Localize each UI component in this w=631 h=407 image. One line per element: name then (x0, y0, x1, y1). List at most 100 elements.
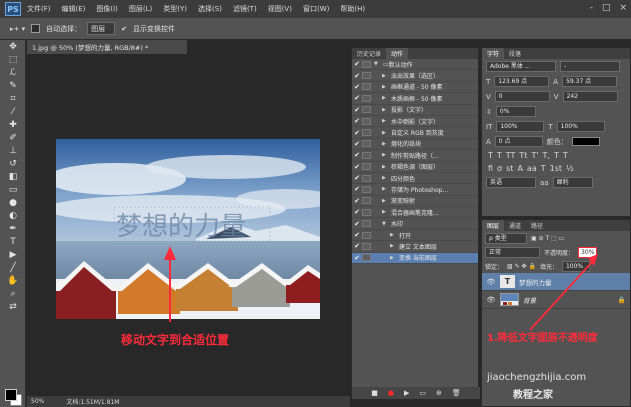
small-caps-icon[interactable]: Tt (519, 151, 527, 160)
lock-icons[interactable]: ▨ ✎ ✥ 🔒 (507, 263, 536, 270)
expand-arrow-icon[interactable]: ▶ (390, 232, 397, 238)
menu-image[interactable]: 图像(I) (96, 4, 118, 14)
menu-file[interactable]: 文件(F) (27, 4, 51, 14)
action-row[interactable]: ✔ ▶ 变换 当前图层 (352, 252, 478, 265)
menu-select[interactable]: 选择(S) (198, 4, 222, 14)
vscale-field[interactable]: 100% (496, 121, 545, 132)
action-row[interactable]: ✔ ▶ 画框通道 - 50 像素 (352, 82, 478, 94)
expand-arrow-icon[interactable]: ▶ (382, 186, 389, 192)
action-toggle-checkbox[interactable]: ✔ (352, 174, 362, 182)
baseline-field[interactable]: 0 点 (494, 136, 543, 147)
action-toggle-checkbox[interactable]: ✔ (352, 140, 362, 148)
show-transform-checkbox[interactable]: ✔ (121, 25, 127, 33)
expand-arrow-icon[interactable]: ▶ (382, 118, 389, 124)
maximize-button[interactable]: □ (602, 3, 611, 13)
dialog-toggle-icon[interactable] (362, 94, 371, 102)
new-set-icon[interactable]: ▭ (419, 389, 426, 397)
action-toggle-checkbox[interactable]: ✔ (352, 231, 362, 239)
document-image[interactable]: 梦想的力量 (56, 139, 320, 319)
action-toggle-checkbox[interactable]: ✔ (352, 129, 362, 137)
scale-field[interactable]: 0% (495, 106, 536, 117)
dialog-toggle-icon[interactable] (362, 163, 371, 171)
action-row[interactable]: ✔ ▶ 打开 (352, 230, 478, 242)
expand-arrow-icon[interactable]: ▶ (382, 130, 389, 136)
fill-field[interactable]: 100% (561, 260, 590, 272)
menu-help[interactable]: 帮助(H) (340, 4, 365, 14)
dialog-toggle-icon[interactable] (362, 140, 371, 148)
tab-character[interactable]: 字符 (482, 48, 505, 59)
tab-actions[interactable]: 动作 (386, 48, 409, 59)
action-toggle-checkbox[interactable]: ✔ (352, 83, 362, 91)
action-toggle-checkbox[interactable]: ✔ (352, 151, 362, 159)
expand-arrow-icon[interactable]: ▶ (382, 84, 389, 90)
subscript-icon[interactable]: T, (543, 151, 550, 160)
layer-name[interactable]: 梦想的力量 (519, 277, 552, 287)
expand-arrow-icon[interactable]: ▶ (382, 152, 389, 158)
menu-layer[interactable]: 图层(L) (129, 4, 152, 14)
menu-view[interactable]: 视图(V) (268, 4, 292, 14)
tab-channels[interactable]: 通道 (504, 220, 527, 231)
dialog-toggle-icon[interactable] (362, 129, 371, 137)
layer-name[interactable]: 背景 (523, 295, 536, 305)
alt-ligature-icon[interactable]: σ (497, 164, 502, 173)
dialog-toggle-icon[interactable] (362, 151, 371, 159)
layer-row-text[interactable]: 👁 T 梦想的力量 (482, 273, 630, 291)
expand-arrow-icon[interactable]: ▶ (382, 209, 389, 215)
swap-colors-icon[interactable]: ⇄ (0, 300, 26, 313)
document-tab[interactable]: 1.jpg @ 50% (梦想的力量, RGB/8#) * (27, 40, 187, 54)
underline-icon[interactable]: T (554, 151, 559, 160)
action-row[interactable]: ✔ ▶ 自定义 RGB 到灰度 (352, 127, 478, 139)
dodge-icon[interactable]: ◐ (0, 209, 26, 222)
move-icon[interactable]: ✥ (0, 40, 26, 53)
expand-arrow-icon[interactable]: ▶ (382, 95, 389, 101)
action-toggle-checkbox[interactable]: ✔ (352, 94, 362, 102)
blend-mode-select[interactable]: 正常 (485, 246, 540, 258)
auto-select-checkbox[interactable] (31, 24, 41, 33)
antialias-select[interactable]: 犀利 (552, 177, 593, 188)
tracking-field[interactable]: 242 (562, 91, 618, 102)
crop-icon[interactable]: ⌗ (0, 92, 26, 105)
zoom-icon[interactable]: ⌕ (0, 287, 26, 300)
minimize-button[interactable]: - (590, 3, 593, 13)
expand-arrow-icon[interactable]: ▶ (390, 255, 397, 261)
expand-arrow-icon[interactable]: ▶ (382, 107, 389, 113)
language-select[interactable]: 英语 (486, 177, 536, 188)
path-select-icon[interactable]: ▶ (0, 248, 26, 261)
new-action-icon[interactable]: ⊕ (436, 389, 442, 397)
dialog-toggle-icon[interactable] (362, 83, 371, 91)
lasso-icon[interactable]: ℒ (0, 66, 26, 79)
foreground-color-swatch[interactable] (5, 389, 17, 401)
brush-icon[interactable]: ✐ (0, 131, 26, 144)
marquee-icon[interactable]: ⬚ (0, 53, 26, 66)
dialog-toggle-icon[interactable] (362, 254, 371, 262)
tab-paragraph[interactable]: 段落 (504, 48, 527, 59)
expand-arrow-icon[interactable]: ▶ (382, 73, 389, 79)
action-row[interactable]: ✔ ▶ 制作剪贴路径（... (352, 150, 478, 162)
tab-history[interactable]: 历史记录 (352, 48, 387, 59)
dialog-toggle-icon[interactable] (362, 185, 371, 193)
type-icon[interactable]: T (0, 235, 26, 248)
action-row[interactable]: ✔ ▼ 水印 (352, 218, 478, 230)
action-row[interactable]: ✔ ▶ 建立 文本图层 (352, 241, 478, 253)
expand-arrow-icon[interactable]: ▶ (382, 198, 389, 204)
overlay-text[interactable]: 梦想的力量 (116, 212, 246, 242)
font-size-field[interactable]: 123.69 点 (494, 76, 550, 87)
action-toggle-checkbox[interactable]: ✔ (352, 117, 362, 125)
ligature-icon[interactable]: fi (488, 164, 493, 173)
action-toggle-checkbox[interactable]: ✔ (352, 254, 362, 262)
action-row[interactable]: ✔ ▶ 淡出效果（选区） (352, 70, 478, 82)
menu-edit[interactable]: 编辑(E) (62, 4, 86, 14)
action-row[interactable]: ✔ ▼ ▭ 默认动作 (352, 59, 478, 71)
hscale-field[interactable]: 100% (556, 121, 605, 132)
eye-icon[interactable]: 👁 (486, 296, 496, 304)
action-row[interactable]: ✔ ▶ 混合器画笔克隆... (352, 207, 478, 219)
filter-icons[interactable]: ▣ ⊘ T ⬚ ▭ (531, 235, 564, 242)
dialog-toggle-icon[interactable] (362, 117, 371, 125)
action-row[interactable]: ✔ ▶ 木质画框 - 50 像素 (352, 93, 478, 105)
faux-italic-icon[interactable]: T (497, 151, 502, 160)
expand-arrow-icon[interactable]: ▶ (382, 141, 389, 147)
opacity-field[interactable]: 30% (578, 246, 598, 258)
action-row[interactable]: ✔ ▶ 水中倒影（文字） (352, 116, 478, 128)
action-row[interactable]: ✔ ▶ 熔化的铅块 (352, 139, 478, 151)
faux-bold-icon[interactable]: T (488, 151, 493, 160)
